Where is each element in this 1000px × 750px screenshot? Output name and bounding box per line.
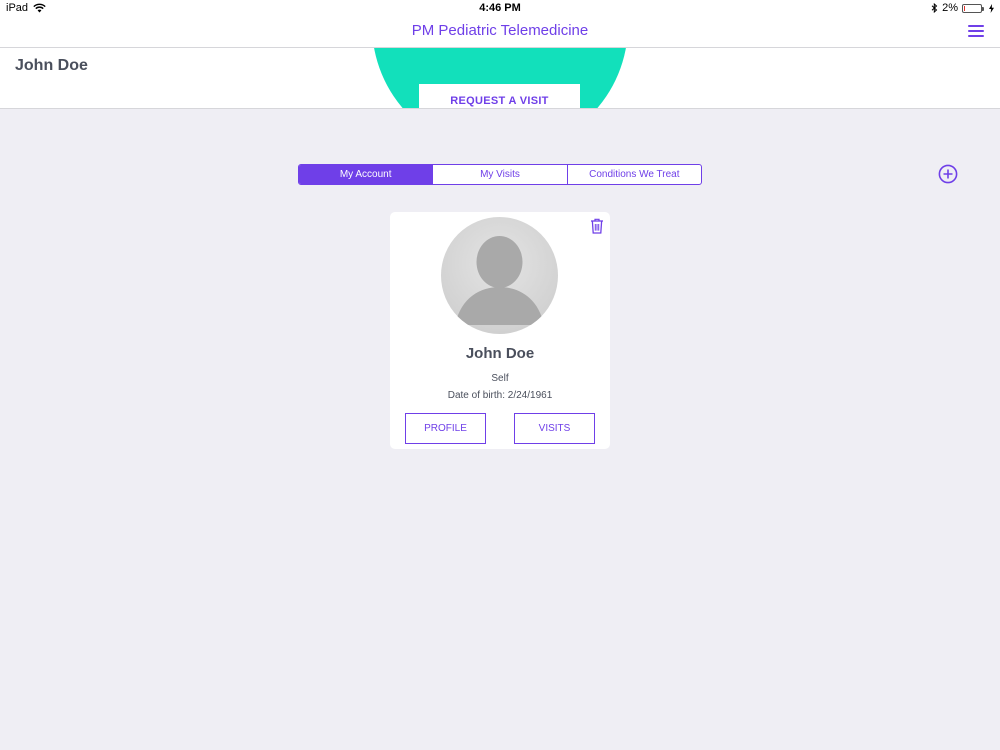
profile-card: John Doe Self Date of birth: 2/24/1961 P… — [390, 212, 610, 449]
status-right: 2% — [931, 2, 994, 14]
tab-my-account[interactable]: My Account — [299, 165, 433, 184]
battery-fill — [964, 5, 965, 11]
profile-button[interactable]: PROFILE — [405, 413, 486, 444]
status-bar: iPad 4:46 PM 2% — [0, 0, 1000, 17]
segmented-tabs: My Account My Visits Conditions We Treat — [298, 164, 702, 185]
bluetooth-icon — [931, 3, 938, 13]
card-date-of-birth: Date of birth: 2/24/1961 — [447, 390, 553, 401]
card-person-name: John Doe — [465, 345, 535, 362]
hamburger-menu-icon[interactable] — [968, 25, 984, 38]
trash-icon[interactable] — [590, 218, 604, 234]
request-visit-button[interactable]: REQUEST A VISIT — [419, 84, 580, 108]
battery-icon — [962, 3, 984, 13]
status-time: 4:46 PM — [479, 2, 521, 14]
plus-circle-icon[interactable] — [938, 164, 958, 184]
tab-my-visits[interactable]: My Visits — [432, 165, 566, 184]
header-panel: John Doe REQUEST A VISIT — [0, 48, 1000, 109]
nav-bar: PM Pediatric Telemedicine — [0, 17, 1000, 48]
visits-button[interactable]: VISITS — [514, 413, 595, 444]
app-title: PM Pediatric Telemedicine — [411, 22, 589, 39]
battery-percent: 2% — [942, 2, 958, 14]
charging-icon — [989, 3, 994, 13]
tab-conditions-we-treat[interactable]: Conditions We Treat — [566, 165, 701, 184]
user-name-heading: John Doe — [15, 57, 88, 74]
card-relation: Self — [491, 373, 509, 384]
person-placeholder-icon — [441, 217, 558, 334]
